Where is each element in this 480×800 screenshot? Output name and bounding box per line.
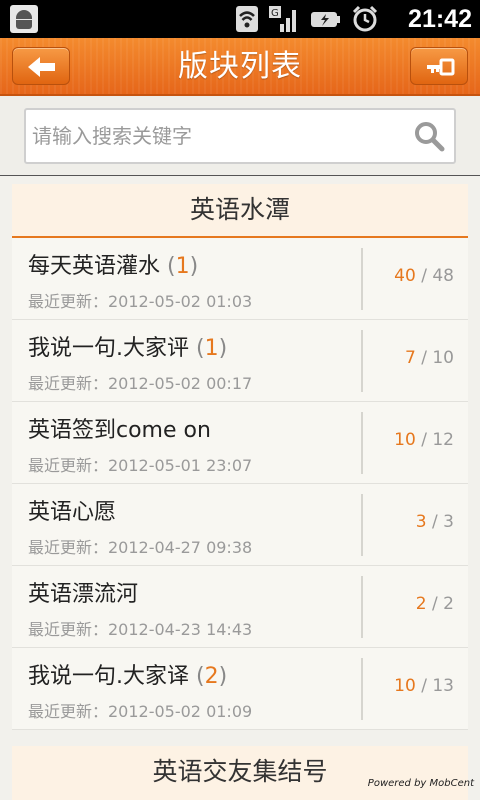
last-updated: 最近更新：2012-05-02 00:17 — [28, 374, 253, 393]
last-updated: 最近更新：2012-05-01 23:07 — [28, 456, 253, 475]
board-name: 每天英语灌水 (1) — [28, 254, 199, 279]
board-list: 每天英语灌水 (1) 最近更新：2012-05-02 01:03 40 / 48… — [12, 238, 468, 730]
wifi-icon — [236, 6, 258, 32]
board-row[interactable]: 英语心愿 最近更新：2012-04-27 09:38 3 / 3 — [12, 484, 468, 566]
divider — [361, 658, 363, 720]
board-row[interactable]: 我说一句.大家评 (1) 最近更新：2012-05-02 00:17 7 / 1… — [12, 320, 468, 402]
key-icon — [427, 58, 455, 76]
section-header[interactable]: 英语水潭 — [12, 184, 468, 238]
divider — [361, 576, 363, 638]
divider — [361, 248, 363, 310]
powered-by-label: Powered by MobCent — [367, 778, 474, 789]
page-title: 版块列表 — [178, 49, 302, 84]
title-bar: 版块列表 — [0, 38, 480, 96]
battery-icon — [311, 12, 340, 27]
search-input[interactable] — [32, 118, 402, 154]
board-row[interactable]: 英语漂流河 最近更新：2012-04-23 14:43 2 / 2 — [12, 566, 468, 648]
status-bar: G 21:42 — [0, 0, 480, 38]
divider — [361, 330, 363, 392]
status-time: 21:42 — [408, 5, 472, 33]
new-post-count: 2 — [204, 664, 219, 689]
section-header[interactable]: 英语交友集结号 — [12, 746, 468, 800]
post-stats: 3 / 3 — [415, 512, 454, 532]
last-updated: 最近更新：2012-04-23 14:43 — [28, 620, 253, 639]
board-row[interactable]: 每天英语灌水 (1) 最近更新：2012-05-02 01:03 40 / 48 — [12, 238, 468, 320]
board-row[interactable]: 我说一句.大家译 (2) 最近更新：2012-05-02 01:09 10 / … — [12, 648, 468, 730]
divider — [361, 412, 363, 474]
login-button[interactable] — [410, 47, 468, 85]
post-stats: 10 / 12 — [394, 430, 454, 450]
search-icon[interactable] — [412, 119, 446, 153]
new-post-count: 1 — [175, 254, 190, 279]
board-row[interactable]: 英语签到come on 最近更新：2012-05-01 23:07 10 / 1… — [12, 402, 468, 484]
arrow-left-icon — [28, 57, 55, 77]
post-stats: 40 / 48 — [394, 266, 454, 286]
board-name: 我说一句.大家评 (1) — [28, 336, 228, 361]
board-name: 英语漂流河 — [28, 582, 139, 607]
alarm-icon — [352, 5, 378, 32]
board-name: 英语签到come on — [28, 418, 211, 443]
search-bar — [0, 96, 480, 176]
post-stats: 2 / 2 — [415, 594, 454, 614]
last-updated: 最近更新：2012-05-02 01:09 — [28, 702, 253, 721]
signal-icon: G — [269, 6, 296, 32]
board-name: 英语心愿 — [28, 500, 117, 525]
divider — [361, 494, 363, 556]
post-stats: 10 / 13 — [394, 676, 454, 696]
android-icon — [10, 5, 38, 33]
svg-text:G: G — [271, 8, 279, 19]
search-box — [24, 108, 456, 164]
last-updated: 最近更新：2012-05-02 01:03 — [28, 292, 253, 311]
post-stats: 7 / 10 — [404, 348, 454, 368]
last-updated: 最近更新：2012-04-27 09:38 — [28, 538, 253, 557]
board-name: 我说一句.大家译 (2) — [28, 664, 228, 689]
back-button[interactable] — [12, 47, 70, 85]
new-post-count: 1 — [204, 336, 219, 361]
